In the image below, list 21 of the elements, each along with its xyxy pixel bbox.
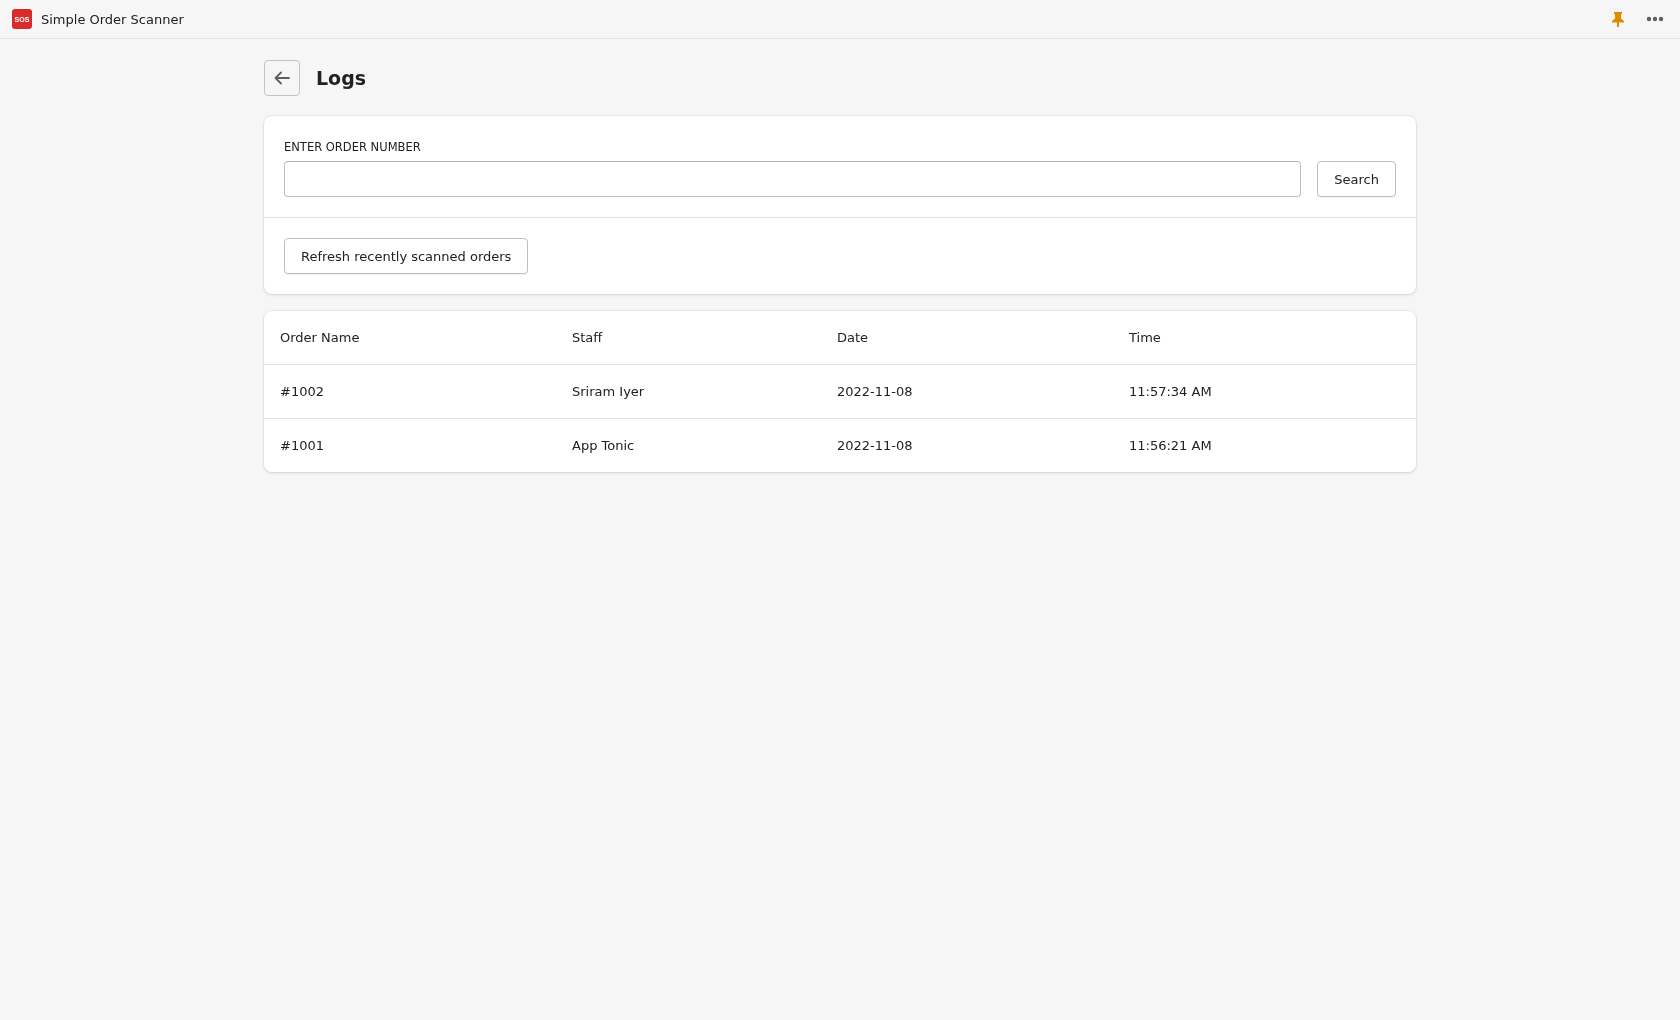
column-header: Date	[821, 311, 1113, 365]
table-cell: Sriram Iyer	[556, 365, 821, 419]
field-label: ENTER ORDER NUMBER	[284, 140, 421, 154]
back-arrow-icon	[274, 71, 290, 85]
table-cell: 2022-11-08	[821, 365, 1113, 419]
table-cell-text: #1001	[279, 437, 325, 455]
page-title: Logs	[316, 67, 367, 89]
table-cell: #1002	[264, 365, 556, 419]
back-button[interactable]	[264, 60, 300, 96]
app-title: Simple Order Scanner	[41, 11, 184, 27]
column-header: Time	[1113, 311, 1416, 365]
order-number-field[interactable]	[284, 161, 1302, 197]
more-icon[interactable]	[1646, 16, 1664, 22]
column-header: Staff	[556, 311, 821, 365]
search-button[interactable]: Search	[1317, 161, 1396, 197]
table-cell-text: 2022-11-08	[836, 437, 914, 455]
refresh-button[interactable]: Refresh recently scanned orders	[284, 238, 529, 274]
table-cell-text: App Tonic	[571, 437, 636, 455]
table-cell: 11:57:34 AM	[1113, 365, 1416, 419]
table-cell-text: 11:56:21 AM	[1128, 437, 1213, 455]
column-header: Order Name	[264, 311, 556, 365]
